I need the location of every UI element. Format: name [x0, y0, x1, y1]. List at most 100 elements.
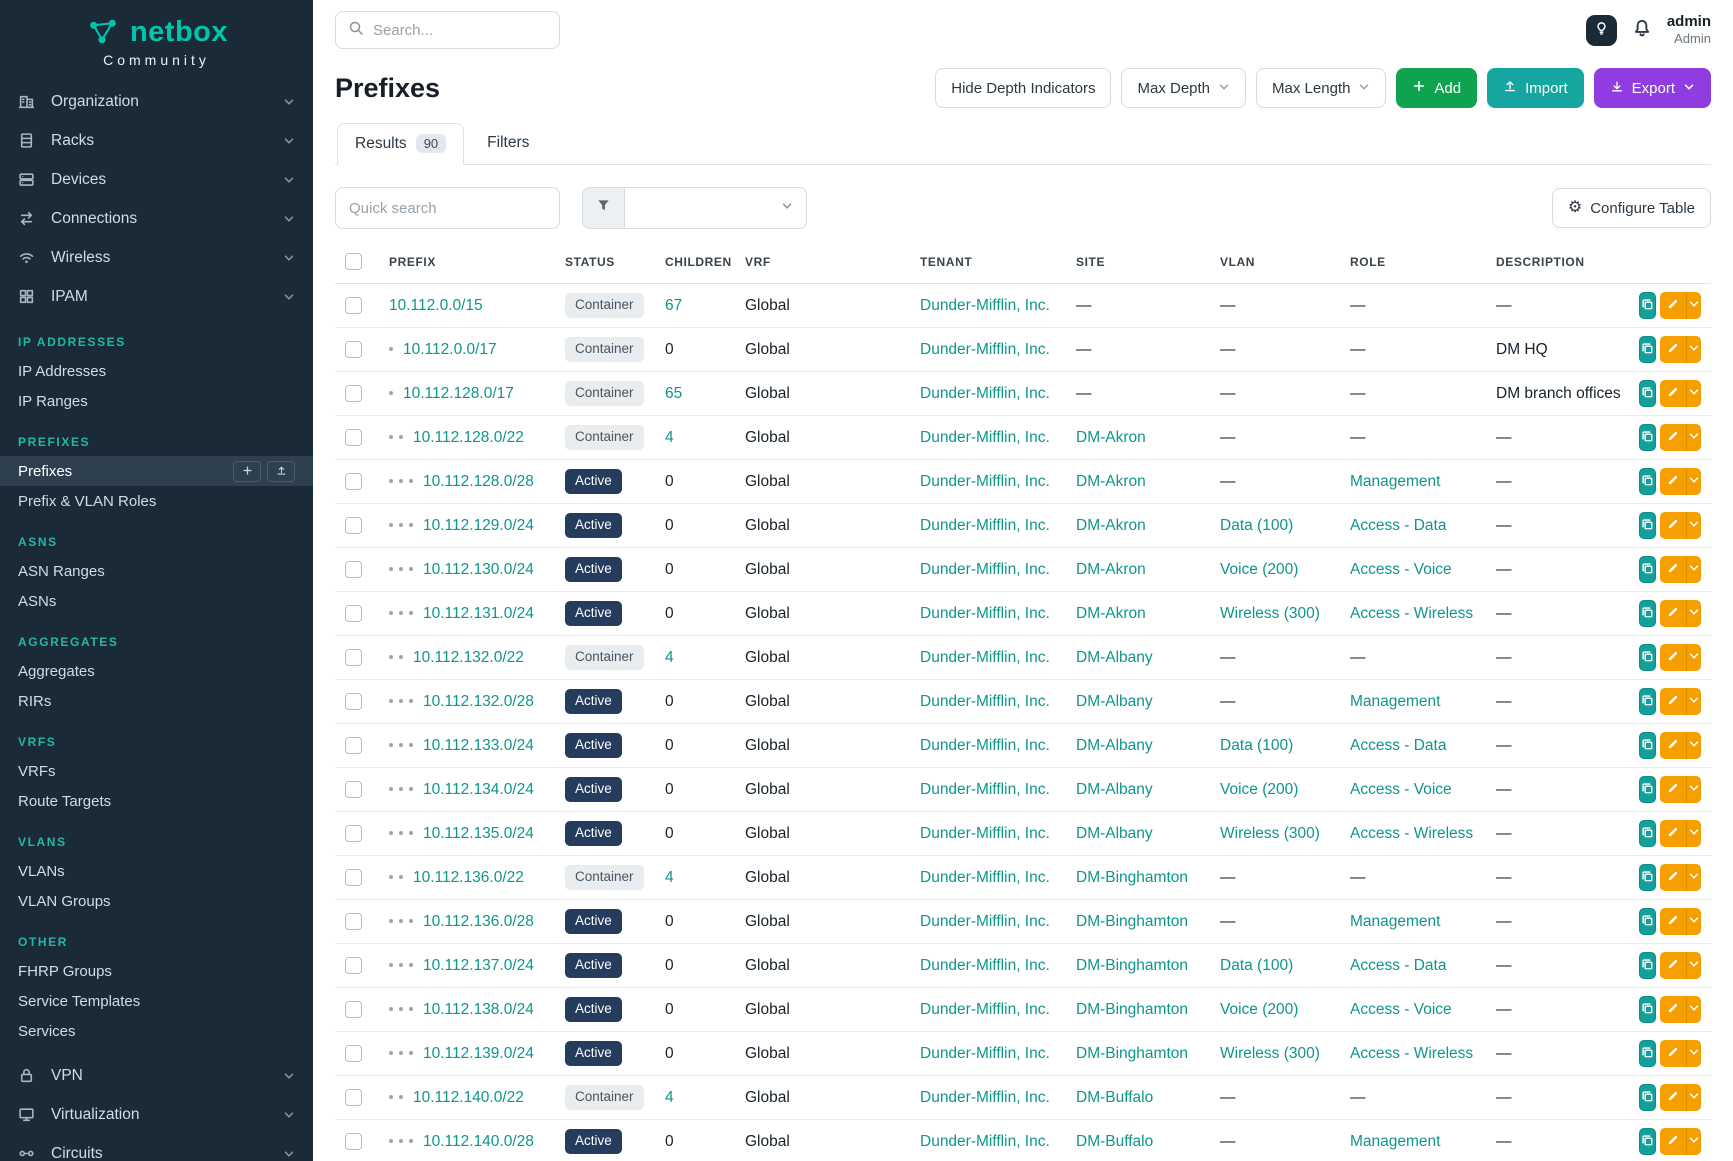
edit-button[interactable]: [1660, 952, 1686, 979]
sidebar-item-aggregates[interactable]: Aggregates: [0, 656, 313, 686]
role-link[interactable]: Management: [1350, 473, 1440, 490]
edit-dropdown-button[interactable]: [1686, 600, 1701, 627]
import-button[interactable]: Import: [1487, 68, 1584, 108]
row-checkbox[interactable]: [345, 1001, 362, 1018]
row-checkbox[interactable]: [345, 957, 362, 974]
edit-button[interactable]: [1660, 292, 1686, 319]
row-checkbox[interactable]: [345, 913, 362, 930]
column-header-vlan[interactable]: VLAN: [1210, 247, 1340, 284]
site-link[interactable]: DM-Binghamton: [1076, 1045, 1188, 1062]
sidebar-item-ip-ranges[interactable]: IP Ranges: [0, 386, 313, 416]
role-link[interactable]: Access - Wireless: [1350, 605, 1473, 622]
tenant-link[interactable]: Dunder-Mifflin, Inc.: [920, 913, 1050, 930]
row-checkbox[interactable]: [345, 869, 362, 886]
tenant-link[interactable]: Dunder-Mifflin, Inc.: [920, 957, 1050, 974]
clone-button[interactable]: [1639, 512, 1656, 539]
row-checkbox[interactable]: [345, 1045, 362, 1062]
role-link[interactable]: Access - Voice: [1350, 781, 1452, 798]
site-link[interactable]: DM-Albany: [1076, 649, 1153, 666]
prefix-link[interactable]: 10.112.135.0/24: [423, 825, 534, 842]
prefix-link[interactable]: 10.112.139.0/24: [423, 1045, 534, 1062]
clone-button[interactable]: [1639, 732, 1656, 759]
edit-dropdown-button[interactable]: [1686, 996, 1701, 1023]
column-header-vrf[interactable]: VRF: [735, 247, 910, 284]
add-button[interactable]: Add: [1396, 68, 1477, 108]
row-checkbox[interactable]: [345, 561, 362, 578]
tenant-link[interactable]: Dunder-Mifflin, Inc.: [920, 341, 1050, 358]
prefix-link[interactable]: 10.112.133.0/24: [423, 737, 534, 754]
site-link[interactable]: DM-Albany: [1076, 737, 1153, 754]
edit-button[interactable]: [1660, 820, 1686, 847]
edit-button[interactable]: [1660, 380, 1686, 407]
edit-dropdown-button[interactable]: [1686, 380, 1701, 407]
sidebar-item-ipam[interactable]: IPAM: [0, 277, 313, 316]
edit-button[interactable]: [1660, 468, 1686, 495]
quick-search-input[interactable]: [335, 187, 560, 229]
edit-button[interactable]: [1660, 556, 1686, 583]
prefix-link[interactable]: 10.112.137.0/24: [423, 957, 534, 974]
site-link[interactable]: DM-Akron: [1076, 429, 1146, 446]
prefix-link[interactable]: 10.112.0.0/17: [403, 341, 497, 358]
tenant-link[interactable]: Dunder-Mifflin, Inc.: [920, 605, 1050, 622]
sidebar-item-vrfs[interactable]: VRFs: [0, 756, 313, 786]
role-link[interactable]: Access - Data: [1350, 517, 1446, 534]
role-link[interactable]: Management: [1350, 913, 1440, 930]
role-link[interactable]: Management: [1350, 1133, 1440, 1150]
site-link[interactable]: DM-Albany: [1076, 781, 1153, 798]
clone-button[interactable]: [1639, 600, 1656, 627]
row-checkbox[interactable]: [345, 473, 362, 490]
site-link[interactable]: DM-Akron: [1076, 517, 1146, 534]
row-checkbox[interactable]: [345, 649, 362, 666]
tenant-link[interactable]: Dunder-Mifflin, Inc.: [920, 561, 1050, 578]
edit-button[interactable]: [1660, 644, 1686, 671]
column-header-tenant[interactable]: TENANT: [910, 247, 1066, 284]
children-count-link[interactable]: 67: [665, 297, 682, 314]
role-link[interactable]: Access - Voice: [1350, 561, 1452, 578]
prefix-link[interactable]: 10.112.129.0/24: [423, 517, 534, 534]
sidebar-item-services[interactable]: Services: [0, 1016, 313, 1046]
site-link[interactable]: DM-Akron: [1076, 561, 1146, 578]
prefix-link[interactable]: 10.112.134.0/24: [423, 781, 534, 798]
sidebar-add-prefix-button[interactable]: [233, 461, 261, 482]
vlan-link[interactable]: Wireless (300): [1220, 605, 1320, 622]
edit-button[interactable]: [1660, 908, 1686, 935]
children-count-link[interactable]: 65: [665, 385, 682, 402]
sidebar-item-connections[interactable]: Connections: [0, 199, 313, 238]
clone-button[interactable]: [1639, 380, 1656, 407]
prefix-link[interactable]: 10.112.140.0/22: [413, 1089, 524, 1106]
sidebar-item-service-templates[interactable]: Service Templates: [0, 986, 313, 1016]
vlan-link[interactable]: Voice (200): [1220, 1001, 1298, 1018]
configure-table-button[interactable]: ⚙ Configure Table: [1552, 188, 1711, 228]
role-link[interactable]: Access - Data: [1350, 957, 1446, 974]
hide-depth-indicators-button[interactable]: Hide Depth Indicators: [935, 68, 1111, 108]
edit-dropdown-button[interactable]: [1686, 776, 1701, 803]
prefix-link[interactable]: 10.112.131.0/24: [423, 605, 534, 622]
tenant-link[interactable]: Dunder-Mifflin, Inc.: [920, 693, 1050, 710]
prefix-link[interactable]: 10.112.128.0/17: [403, 385, 514, 402]
sidebar-item-circuits[interactable]: Circuits: [0, 1134, 313, 1161]
global-search-input[interactable]: [373, 22, 547, 39]
vlan-link[interactable]: Data (100): [1220, 737, 1293, 754]
edit-dropdown-button[interactable]: [1686, 688, 1701, 715]
children-count-link[interactable]: 4: [665, 869, 674, 886]
edit-button[interactable]: [1660, 776, 1686, 803]
tenant-link[interactable]: Dunder-Mifflin, Inc.: [920, 781, 1050, 798]
row-checkbox[interactable]: [345, 737, 362, 754]
role-link[interactable]: Access - Wireless: [1350, 825, 1473, 842]
max-length-dropdown[interactable]: Max Length: [1256, 68, 1386, 108]
clone-button[interactable]: [1639, 996, 1656, 1023]
site-link[interactable]: DM-Binghamton: [1076, 1001, 1188, 1018]
site-link[interactable]: DM-Akron: [1076, 473, 1146, 490]
clone-button[interactable]: [1639, 952, 1656, 979]
site-link[interactable]: DM-Binghamton: [1076, 869, 1188, 886]
row-checkbox[interactable]: [345, 385, 362, 402]
tenant-link[interactable]: Dunder-Mifflin, Inc.: [920, 1001, 1050, 1018]
tenant-link[interactable]: Dunder-Mifflin, Inc.: [920, 517, 1050, 534]
edit-button[interactable]: [1660, 732, 1686, 759]
row-checkbox[interactable]: [345, 297, 362, 314]
clone-button[interactable]: [1639, 908, 1656, 935]
tab-filters[interactable]: Filters: [470, 123, 546, 164]
edit-dropdown-button[interactable]: [1686, 424, 1701, 451]
sidebar-item-route-targets[interactable]: Route Targets: [0, 786, 313, 816]
prefix-link[interactable]: 10.112.0.0/15: [389, 297, 483, 314]
